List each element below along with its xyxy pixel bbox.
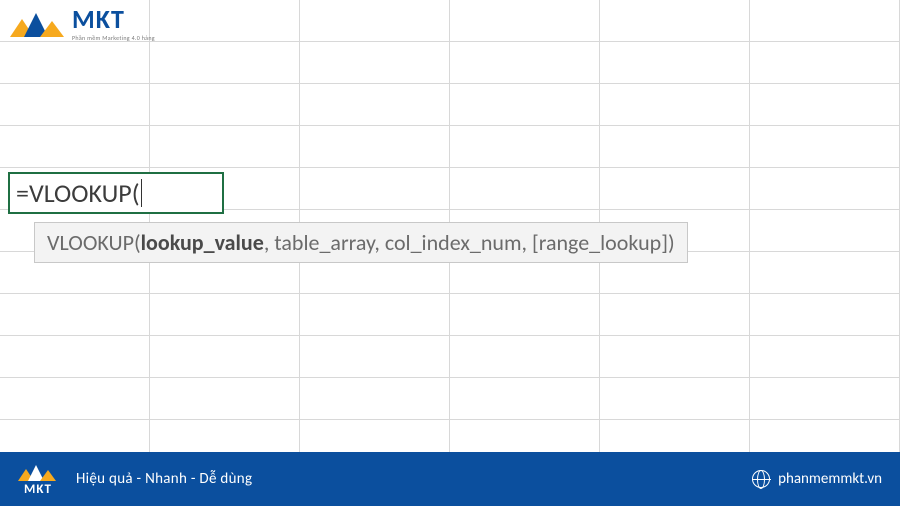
footer-bar: MKT Hiệu quả - Nhanh - Dễ dùng phanmemmk… [0, 452, 900, 506]
brand-logo-icon [10, 7, 64, 41]
function-tooltip[interactable]: VLOOKUP(lookup_value, table_array, col_i… [34, 222, 688, 263]
footer-tagline: Hiệu quả - Nhanh - Dễ dùng [76, 470, 252, 488]
globe-icon [752, 470, 770, 488]
footer-brand: MKT [24, 482, 52, 497]
footer-site-text: phanmemmkt.vn [778, 470, 882, 488]
text-cursor [141, 179, 142, 207]
tooltip-rest-args: , table_array, col_index_num, [range_loo… [264, 229, 675, 256]
brand-subline: Phần mềm Marketing 4.0 hàng [72, 34, 155, 42]
tooltip-fn-name: VLOOKUP [47, 229, 134, 256]
brand-watermark: MKT Phần mềm Marketing 4.0 hàng [10, 6, 155, 42]
tooltip-current-arg[interactable]: lookup_value [141, 229, 264, 256]
footer-logo: MKT [18, 461, 58, 497]
brand-name: MKT [72, 6, 155, 32]
footer-logo-icon [18, 461, 58, 481]
formula-text: =VLOOKUP( [16, 177, 140, 209]
footer-site[interactable]: phanmemmkt.vn [752, 470, 882, 488]
active-cell-input[interactable]: =VLOOKUP( [8, 172, 224, 214]
